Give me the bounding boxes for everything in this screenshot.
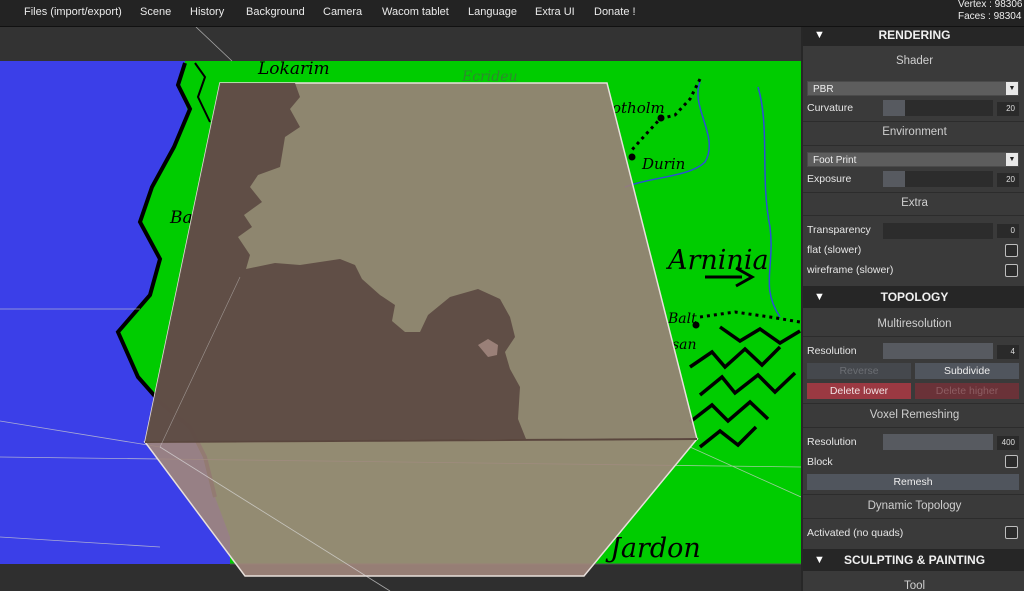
map-label: Ba (169, 208, 193, 228)
cube-mesh[interactable] (143, 82, 699, 591)
voxel-resolution-value[interactable]: 400 (997, 436, 1019, 450)
voxel-title: Voxel Remeshing (869, 409, 960, 421)
collapse-arrow-icon[interactable]: ▼ (814, 286, 825, 308)
environment-title: Environment (882, 126, 947, 138)
rendering-header[interactable]: ▼ RENDERING (803, 27, 1024, 46)
chevron-down-icon[interactable]: ▼ (1006, 153, 1018, 166)
divider (803, 121, 1024, 122)
activated-checkbox[interactable] (1005, 526, 1018, 539)
map-label: otholm (612, 99, 665, 117)
transparency-value[interactable]: 0 (997, 224, 1019, 238)
tool-title: Tool (903, 580, 926, 591)
divider (803, 427, 1024, 428)
menu-language[interactable]: Language (468, 0, 517, 26)
divider (803, 403, 1024, 404)
side-panel: ▼ RENDERING Shader PBR ▼ Curvature 20 En… (801, 27, 1024, 591)
divider (803, 192, 1024, 193)
shader-select[interactable]: PBR ▼ (807, 81, 1019, 96)
curvature-value[interactable]: 20 (997, 102, 1019, 116)
slider-fill (883, 171, 905, 187)
resolution-value[interactable]: 4 (997, 345, 1019, 359)
divider (803, 336, 1024, 337)
map-label: Balt (667, 311, 697, 327)
transparency-label: Transparency (807, 224, 871, 236)
divider (803, 494, 1024, 495)
voxel-resolution-slider[interactable] (883, 434, 993, 450)
shader-value: PBR (813, 84, 834, 95)
block-checkbox[interactable] (1005, 455, 1018, 468)
sculpting-header[interactable]: ▼ SCULPTING & PAINTING (803, 549, 1024, 571)
exposure-value[interactable]: 20 (997, 173, 1019, 187)
menu-files[interactable]: Files (import/export) (24, 0, 122, 26)
wireframe-label: wireframe (slower) (807, 264, 894, 276)
mesh-stats: Vertex : 98306 Faces : 98304 (958, 0, 1022, 23)
divider (803, 215, 1024, 216)
collapse-arrow-icon[interactable]: ▼ (814, 27, 825, 46)
delete-lower-button[interactable]: Delete lower (807, 383, 911, 399)
menu-scene[interactable]: Scene (140, 0, 171, 26)
resolution-slider[interactable] (883, 343, 993, 359)
exposure-label: Exposure (807, 173, 852, 185)
exposure-slider[interactable] (883, 171, 993, 187)
environment-value: Foot Print (813, 155, 857, 166)
rendering-title: RENDERING (878, 28, 951, 42)
shader-title: Shader (895, 55, 934, 67)
reverse-button[interactable]: Reverse (807, 363, 911, 379)
menu-history[interactable]: History (190, 0, 224, 26)
menu-wacom[interactable]: Wacom tablet (382, 0, 449, 26)
topology-header[interactable]: ▼ TOPOLOGY (803, 286, 1024, 308)
wireframe-checkbox[interactable] (1005, 264, 1018, 277)
menu-donate[interactable]: Donate ! (594, 0, 636, 26)
curvature-label: Curvature (807, 102, 854, 114)
resolution-label: Resolution (807, 345, 857, 357)
vertex-count: Vertex : 98306 (958, 0, 1022, 10)
sculpt-viewport[interactable]: Lokarim Ecrideu otholm Durin Ba Arninia … (0, 27, 801, 591)
sculpting-title: SCULPTING & PAINTING (843, 553, 986, 567)
transparency-slider[interactable] (883, 223, 993, 239)
flat-checkbox[interactable] (1005, 244, 1018, 257)
block-label: Block (807, 456, 833, 468)
remesh-button[interactable]: Remesh (807, 474, 1019, 490)
map-label: Lokarim (257, 59, 330, 79)
map-label: Jardon (605, 533, 701, 564)
extra-title: Extra (901, 197, 928, 209)
collapse-arrow-icon[interactable]: ▼ (814, 549, 825, 571)
slider-fill (883, 100, 905, 116)
divider (803, 518, 1024, 519)
menu-extra-ui[interactable]: Extra UI (535, 0, 575, 26)
topology-title: TOPOLOGY (880, 290, 949, 304)
delete-higher-button[interactable]: Delete higher (915, 383, 1019, 399)
map-label: Arninia (665, 245, 769, 276)
subdivide-button[interactable]: Subdivide (915, 363, 1019, 379)
environment-select[interactable]: Foot Print ▼ (807, 152, 1019, 167)
chevron-down-icon[interactable]: ▼ (1006, 82, 1018, 95)
multires-title: Multiresolution (877, 318, 952, 330)
curvature-slider[interactable] (883, 100, 993, 116)
map-label: san (672, 337, 697, 353)
town-marker (628, 153, 636, 161)
voxel-resolution-label: Resolution (807, 436, 857, 448)
divider (803, 145, 1024, 146)
faces-count: Faces : 98304 (958, 11, 1022, 22)
dynamic-topology-title: Dynamic Topology (867, 500, 962, 512)
activated-label: Activated (no quads) (807, 527, 904, 539)
menu-background[interactable]: Background (246, 0, 305, 26)
menu-camera[interactable]: Camera (323, 0, 362, 26)
menu-bar: Files (import/export) Scene History Back… (0, 0, 1024, 27)
map-label: Durin (641, 155, 685, 173)
flat-label: flat (slower) (807, 244, 862, 256)
